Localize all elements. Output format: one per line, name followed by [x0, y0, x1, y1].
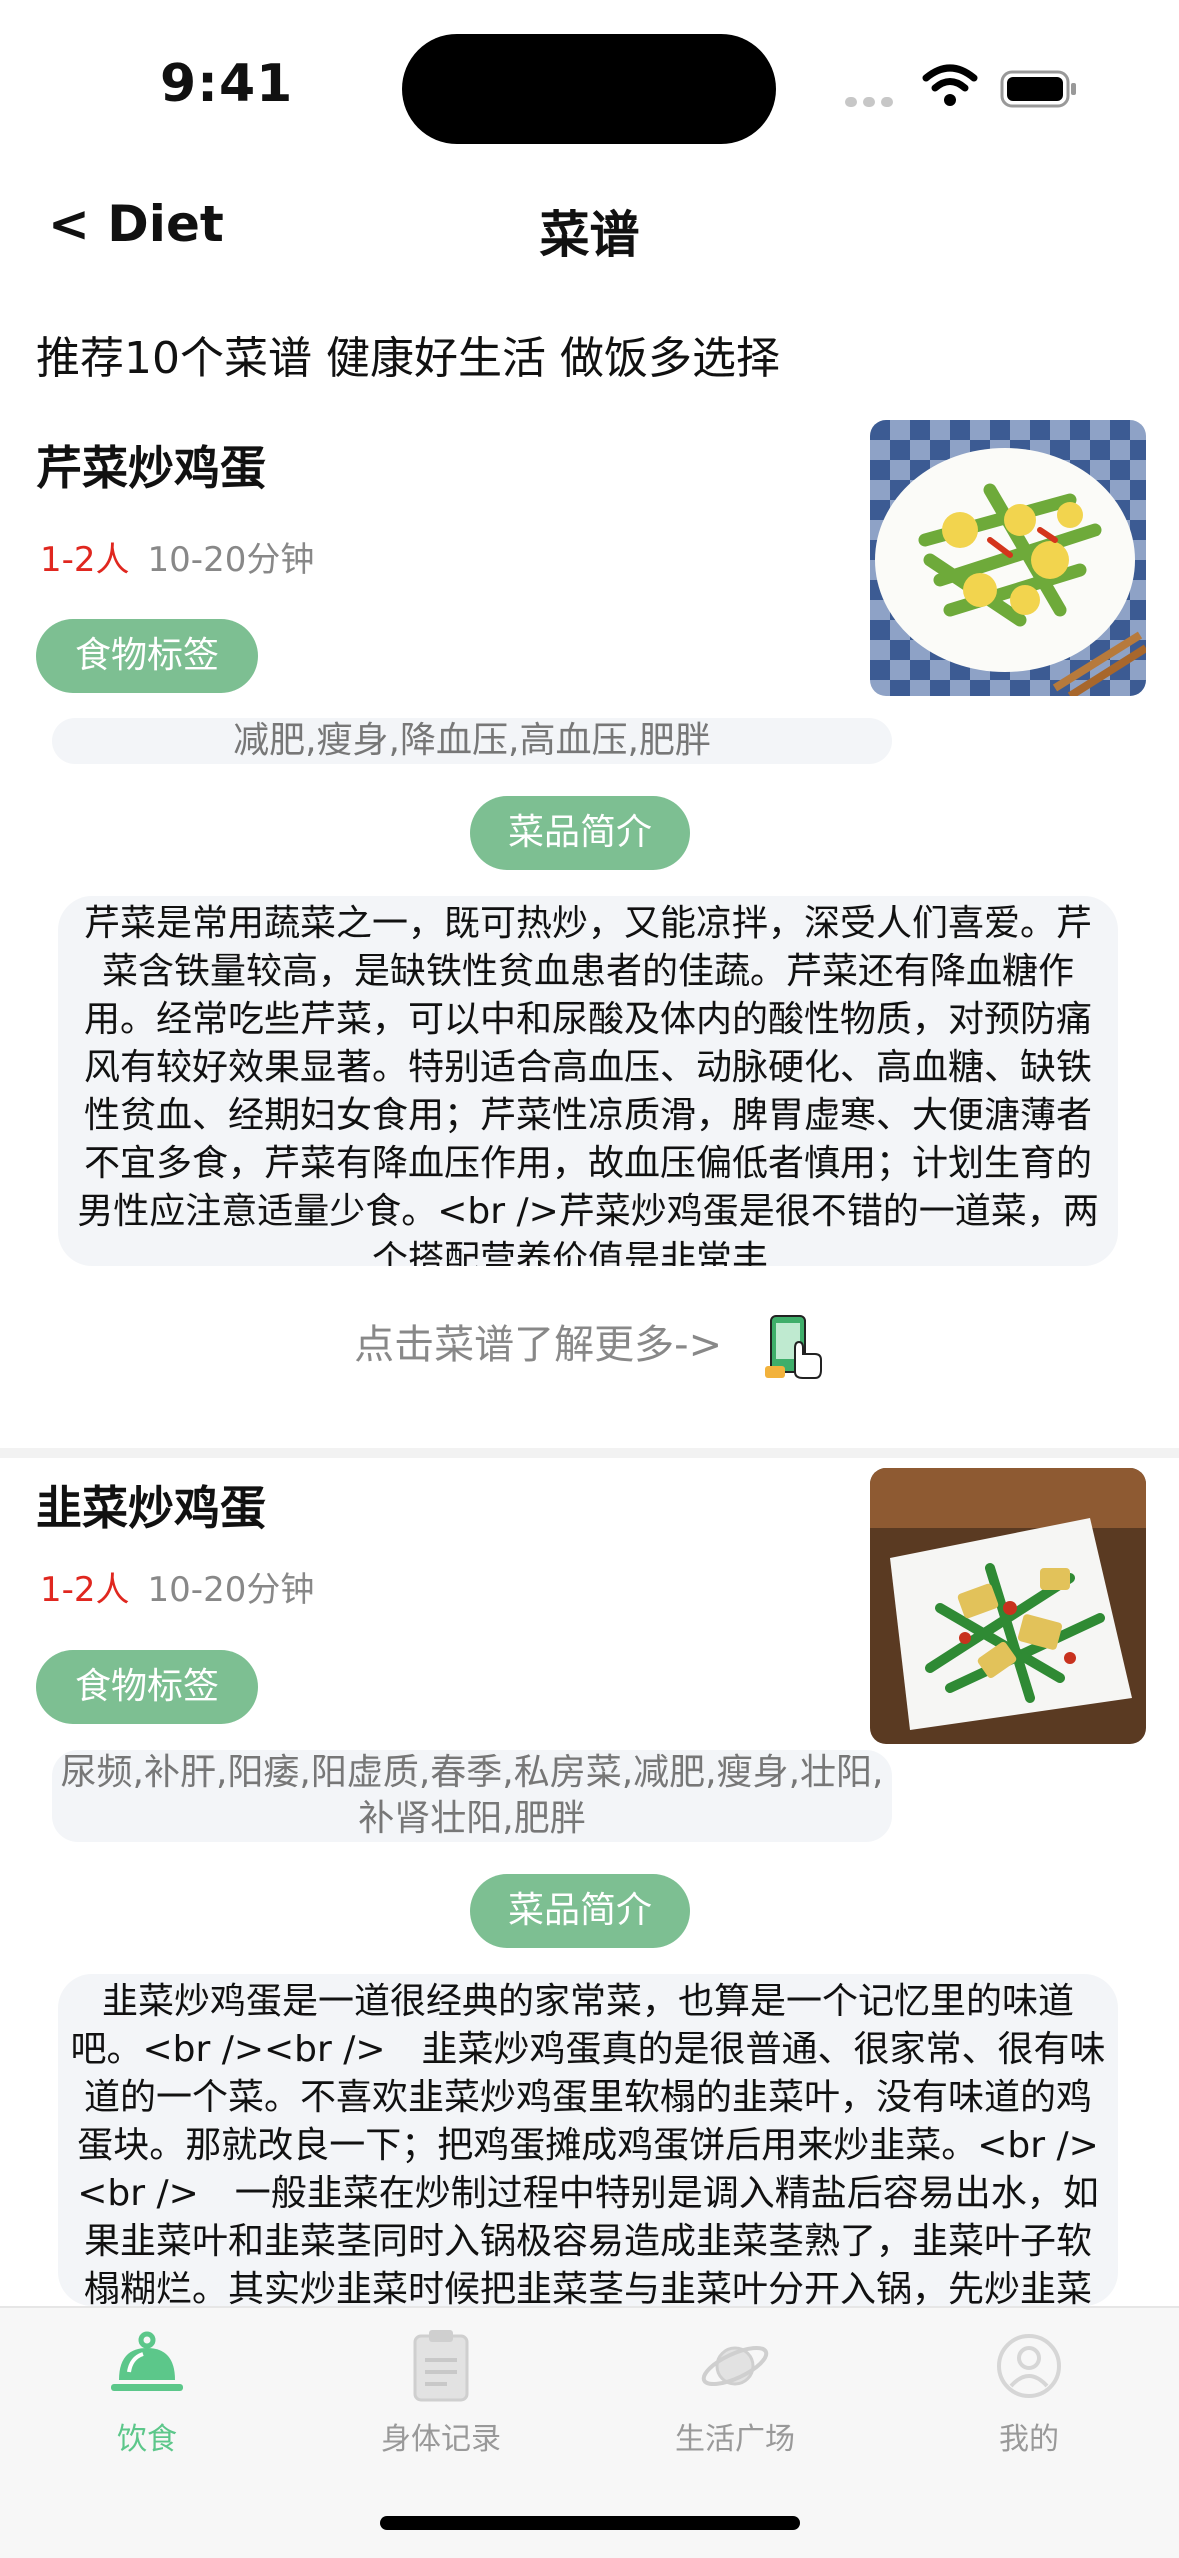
recipe-card[interactable]: 韭菜炒鸡蛋 1-2人 10-20分钟 食物标签 尿频,补肝,阳痿,阳虚质,春季,… [0, 0, 1179, 2306]
recipe-title: 韭菜炒鸡蛋 [36, 1481, 266, 1535]
user-icon [997, 2334, 1061, 2398]
cloche-icon [111, 2331, 183, 2391]
food-tags: 尿频,补肝,阳痿,阳虚质,春季,私房菜,减肥,瘦身,壮阳,补肾壮阳,肥胖 [52, 1750, 892, 1842]
tab-body-record[interactable]: 身体记录 [294, 2308, 588, 2458]
recipe-meta: 1-2人 10-20分钟 [40, 1562, 314, 1611]
tab-label: 我的 [999, 2422, 1059, 2457]
dish-photo-chive-eggs [870, 1468, 1146, 1744]
tab-label: 身体记录 [381, 2422, 501, 2457]
tab-label: 生活广场 [675, 2422, 795, 2457]
home-indicator [380, 2516, 800, 2530]
tab-life-square[interactable]: 生活广场 [588, 2308, 882, 2458]
tab-mine[interactable]: 我的 [882, 2308, 1176, 2458]
food-tag-button[interactable]: 食物标签 [36, 1650, 258, 1724]
recipe-people: 1-2人 [40, 1570, 130, 1610]
tab-diet[interactable]: 饮食 [0, 2308, 294, 2458]
planet-icon [701, 2345, 769, 2387]
recipe-time: 10-20分钟 [147, 1570, 315, 1610]
clipboard-icon [413, 2330, 469, 2402]
recipe-description: 韭菜炒鸡蛋是一道很经典的家常菜，也算是一个记忆里的味道吧。<br /><br /… [58, 1974, 1118, 2306]
tab-label: 饮食 [117, 2422, 177, 2457]
dish-intro-button[interactable]: 菜品简介 [470, 1874, 690, 1948]
recipe-image[interactable] [870, 1468, 1146, 1744]
